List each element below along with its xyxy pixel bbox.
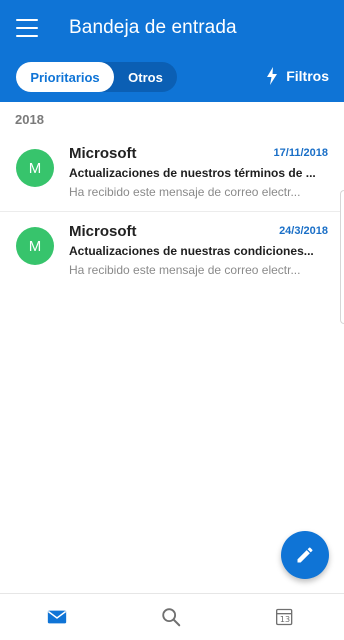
nav-search-button[interactable] [160, 606, 184, 630]
search-icon [162, 608, 181, 627]
filters-button[interactable]: Filtros [266, 67, 329, 85]
avatar: M [16, 149, 54, 187]
page-title: Bandeja de entrada [69, 17, 237, 38]
mail-date: 17/11/2018 [273, 147, 328, 159]
menu-line [16, 27, 38, 29]
edge-scroll-handle[interactable] [340, 190, 344, 324]
tab-otros[interactable]: Otros [114, 62, 177, 92]
menu-line [16, 19, 38, 21]
tab-prioritarios[interactable]: Prioritarios [16, 62, 114, 92]
compose-button[interactable] [281, 531, 329, 579]
calendar-day-number: 13 [279, 615, 291, 624]
menu-line [16, 35, 38, 37]
nav-mail-button[interactable] [46, 606, 70, 630]
mail-preview: Ha recibido este mensaje de correo elect… [69, 185, 301, 199]
mail-subject: Actualizaciones de nuestras condiciones.… [69, 244, 314, 258]
pencil-icon [297, 547, 313, 563]
outlook-app: Bandeja de entrada Prioritarios Otros Fi… [0, 0, 344, 640]
sender-name: Microsoft [69, 145, 137, 162]
hamburger-menu-button[interactable] [14, 17, 40, 39]
list-item[interactable]: M Microsoft 17/11/2018 Actualizaciones d… [0, 134, 344, 212]
mail-preview: Ha recibido este mensaje de correo elect… [69, 263, 301, 277]
lightning-icon [267, 67, 278, 85]
mail-icon [47, 610, 67, 624]
mail-subject: Actualizaciones de nuestros términos de … [69, 166, 316, 180]
sender-name: Microsoft [69, 223, 137, 240]
list-item[interactable]: M Microsoft 24/3/2018 Actualizaciones de… [0, 212, 344, 290]
mail-date: 24/3/2018 [279, 225, 328, 237]
filters-label: Filtros [286, 68, 329, 84]
inbox-tabs: Prioritarios Otros [16, 62, 177, 92]
bottom-navigation: 13 [0, 593, 344, 640]
section-year-header: 2018 [15, 112, 44, 127]
avatar: M [16, 227, 54, 265]
app-header: Bandeja de entrada Prioritarios Otros Fi… [0, 0, 344, 102]
nav-calendar-button[interactable]: 13 [275, 606, 299, 630]
